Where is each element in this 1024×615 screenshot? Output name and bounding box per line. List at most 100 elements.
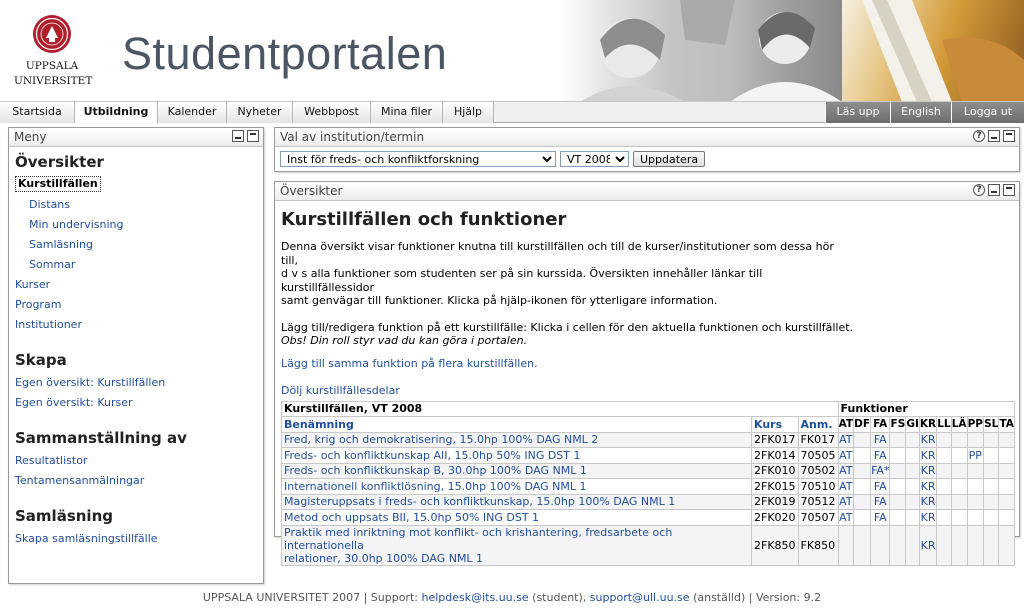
tab-startsida[interactable]: Startsida	[0, 102, 75, 123]
menu-item-resultatlistor[interactable]: Resultatlistor	[15, 454, 87, 467]
function-cell[interactable]	[983, 447, 1000, 464]
function-cell[interactable]	[889, 478, 907, 495]
function-cell[interactable]	[966, 524, 985, 566]
function-cell[interactable]: FA*	[870, 462, 891, 479]
function-cell[interactable]	[998, 478, 1015, 495]
function-cell[interactable]	[966, 493, 985, 510]
function-cell[interactable]	[950, 478, 968, 495]
logout-button[interactable]: Logga ut	[951, 102, 1024, 123]
function-cell[interactable]	[983, 509, 1000, 526]
function-cell[interactable]	[950, 493, 968, 510]
function-link[interactable]: AT	[839, 480, 852, 493]
function-cell[interactable]: FA	[870, 478, 891, 495]
function-cell[interactable]	[966, 509, 985, 526]
menu-item-program[interactable]: Program	[15, 298, 61, 311]
course-name-link[interactable]: Fred, krig och demokratisering, 15.0hp 1…	[284, 433, 598, 446]
function-cell[interactable]	[889, 462, 907, 479]
function-link[interactable]: KR	[921, 449, 936, 462]
tab-kalender[interactable]: Kalender	[158, 102, 227, 123]
function-cell[interactable]	[998, 524, 1015, 566]
function-link[interactable]: FA	[874, 511, 887, 524]
function-cell[interactable]	[966, 462, 985, 479]
function-cell[interactable]	[853, 493, 872, 510]
col-kurs[interactable]: Kurs	[754, 418, 782, 431]
function-cell[interactable]: FA	[870, 447, 891, 464]
course-name-link[interactable]: Freds- och konfliktkunskap B, 30.0hp 100…	[284, 464, 587, 477]
function-link[interactable]: KR	[921, 539, 936, 552]
minimize-icon[interactable]	[988, 184, 1000, 196]
menu-item-institutioner[interactable]: Institutioner	[15, 318, 82, 331]
course-name-link[interactable]: Praktik med inriktning mot konflikt- och…	[284, 526, 672, 552]
function-cell[interactable]	[998, 447, 1015, 464]
function-cell[interactable]	[966, 431, 985, 448]
function-link[interactable]: AT	[839, 511, 852, 524]
maximize-icon[interactable]	[1003, 130, 1015, 142]
menu-item-kurstillfallen[interactable]: Kurstillfällen	[15, 176, 101, 192]
function-cell[interactable]	[936, 509, 952, 526]
menu-item-sommar[interactable]: Sommar	[29, 258, 75, 271]
function-cell[interactable]: FA	[870, 493, 891, 510]
menu-item-samlasning[interactable]: Samläsning	[29, 238, 93, 251]
function-link[interactable]: FA	[874, 480, 887, 493]
function-cell[interactable]: AT	[837, 431, 855, 448]
function-cell[interactable]: KR	[918, 462, 938, 479]
function-cell[interactable]	[950, 524, 968, 566]
hide-parts-link[interactable]: Dölj kurstillfällesdelar	[281, 384, 400, 397]
function-cell[interactable]	[983, 478, 1000, 495]
course-name-link[interactable]: Internationell konfliktlösning, 15.0hp 1…	[284, 480, 586, 493]
institution-select[interactable]: Inst för freds- och konfliktforskning	[280, 151, 556, 167]
help-icon[interactable]: ?	[973, 184, 985, 196]
read-aloud-button[interactable]: Läs upp	[825, 102, 890, 123]
function-cell[interactable]	[983, 431, 1000, 448]
function-cell[interactable]	[936, 478, 952, 495]
function-cell[interactable]	[983, 524, 1000, 566]
function-cell[interactable]	[853, 447, 872, 464]
function-cell[interactable]	[936, 493, 952, 510]
course-name-link[interactable]: Magisteruppsats i freds- och konfliktkun…	[284, 495, 675, 508]
function-link[interactable]: KR	[921, 480, 936, 493]
term-select[interactable]: VT 2008	[560, 151, 629, 167]
function-cell[interactable]: KR	[918, 524, 938, 566]
maximize-icon[interactable]	[1003, 184, 1015, 196]
function-cell[interactable]	[853, 509, 872, 526]
menu-item-egen-oversikt-kurser[interactable]: Egen översikt: Kurser	[15, 396, 133, 409]
menu-item-min-undervisning[interactable]: Min undervisning	[29, 218, 124, 231]
function-cell[interactable]: FA	[870, 509, 891, 526]
function-link[interactable]: AT	[839, 433, 852, 446]
function-link[interactable]: KR	[921, 511, 936, 524]
function-cell[interactable]	[837, 524, 855, 566]
function-cell[interactable]: AT	[837, 509, 855, 526]
function-cell[interactable]	[905, 478, 920, 495]
function-cell[interactable]	[950, 431, 968, 448]
course-name-link[interactable]: Metod och uppsats BII, 15.0hp 50% ING DS…	[284, 511, 539, 524]
function-cell[interactable]	[905, 462, 920, 479]
function-cell[interactable]	[950, 509, 968, 526]
function-link[interactable]: AT	[839, 495, 852, 508]
function-link[interactable]: AT	[839, 449, 852, 462]
function-link[interactable]: KR	[921, 433, 936, 446]
function-cell[interactable]	[936, 524, 952, 566]
tab-nyheter[interactable]: Nyheter	[227, 102, 293, 123]
function-cell[interactable]: KR	[918, 509, 938, 526]
menu-item-egen-oversikt-kurstillfallen[interactable]: Egen översikt: Kurstillfällen	[15, 376, 165, 389]
function-link[interactable]: FA	[874, 449, 887, 462]
function-cell[interactable]	[998, 431, 1015, 448]
maximize-icon[interactable]	[247, 130, 259, 142]
function-cell[interactable]	[853, 431, 872, 448]
menu-item-tentamensanmalningar[interactable]: Tentamensanmälningar	[15, 474, 144, 487]
menu-item-skapa-samlasningstillfalle[interactable]: Skapa samläsningstillfälle	[15, 532, 158, 545]
function-cell[interactable]	[889, 431, 907, 448]
function-cell[interactable]: KR	[918, 493, 938, 510]
tab-mina-filer[interactable]: Mina filer	[371, 102, 443, 123]
function-cell[interactable]	[905, 493, 920, 510]
function-cell[interactable]	[950, 462, 968, 479]
function-cell[interactable]	[853, 524, 872, 566]
function-cell[interactable]	[889, 447, 907, 464]
function-link[interactable]: PP	[969, 449, 982, 462]
function-cell[interactable]: AT	[837, 478, 855, 495]
function-cell[interactable]	[853, 462, 872, 479]
function-cell[interactable]	[983, 493, 1000, 510]
col-anm[interactable]: Anm.	[801, 418, 833, 431]
function-cell[interactable]: KR	[918, 447, 938, 464]
menu-item-kurser[interactable]: Kurser	[15, 278, 50, 291]
